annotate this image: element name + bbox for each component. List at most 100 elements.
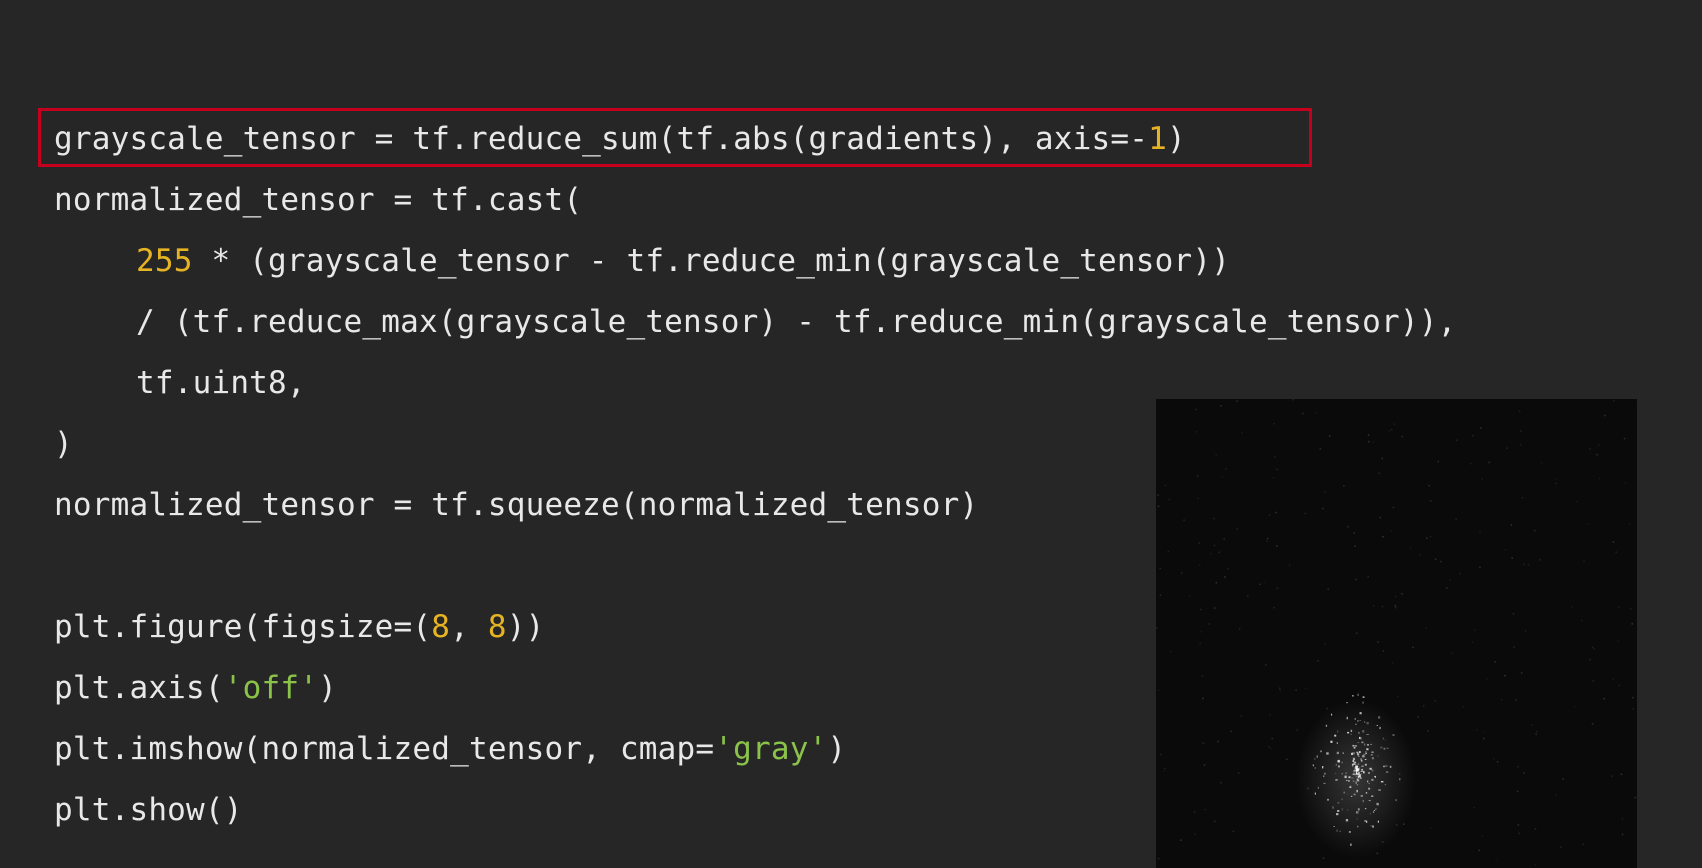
bright-speck (1364, 743, 1366, 746)
bright-speck (1336, 742, 1338, 744)
bright-speck (1359, 712, 1362, 715)
noise-speck (1621, 818, 1624, 820)
bright-speck (1335, 772, 1337, 774)
noise-speck (1214, 607, 1216, 609)
noise-speck (1237, 772, 1240, 774)
bright-speck (1357, 811, 1359, 814)
bright-speck (1368, 787, 1371, 790)
noise-speck (1198, 542, 1200, 544)
bright-speck (1360, 770, 1363, 772)
bright-speck (1323, 782, 1326, 784)
bright-speck (1354, 745, 1357, 747)
bright-speck (1385, 765, 1388, 767)
bright-speck (1356, 789, 1358, 793)
noise-speck (1193, 811, 1196, 813)
code-line-denominator: / (tf.reduce_max(grayscale_tensor) - tf.… (54, 292, 1456, 353)
noise-speck (1592, 680, 1595, 682)
bright-speck (1360, 758, 1362, 761)
bright-speck (1357, 775, 1360, 779)
bright-speck (1330, 740, 1333, 743)
bright-speck (1347, 731, 1350, 734)
noise-speck (1409, 546, 1412, 549)
bright-speck (1357, 693, 1359, 696)
bright-speck (1350, 729, 1353, 732)
noise-speck (1630, 608, 1632, 610)
noise-speck (1388, 430, 1390, 432)
bright-speck (1360, 737, 1362, 740)
noise-speck (1169, 650, 1172, 653)
noise-speck (1268, 746, 1270, 748)
noise-speck (1470, 462, 1472, 465)
bright-speck (1352, 773, 1355, 775)
noise-speck (1302, 412, 1304, 415)
noise-speck (1573, 705, 1576, 708)
bright-speck (1331, 713, 1333, 716)
bright-speck (1363, 753, 1366, 755)
noise-speck (1612, 541, 1615, 543)
noise-speck (1213, 820, 1216, 823)
bright-speck (1356, 763, 1358, 766)
noise-speck (1236, 528, 1238, 530)
noise-speck (1500, 698, 1503, 701)
code-text: ) (54, 426, 73, 462)
noise-speck (1382, 650, 1385, 652)
noise-speck (1534, 828, 1537, 830)
noise-speck (1631, 623, 1633, 625)
bright-speck (1372, 825, 1374, 828)
bright-speck (1359, 751, 1361, 753)
noise-speck (1598, 477, 1601, 480)
noise-speck (1296, 729, 1299, 731)
noise-speck (1589, 658, 1591, 661)
code-text: plt.axis( (54, 670, 224, 706)
noise-speck (1540, 461, 1543, 464)
noise-speck (1403, 823, 1405, 825)
noise-speck (1449, 579, 1451, 581)
noise-speck (1317, 660, 1319, 662)
noise-speck (1478, 849, 1480, 852)
noise-speck (1446, 587, 1448, 589)
code-text: / (tf.reduce_max(grayscale_tensor) - tf.… (136, 304, 1457, 340)
bright-speck (1358, 762, 1360, 766)
noise-speck (1218, 551, 1220, 554)
bright-speck (1344, 775, 1347, 779)
code-text: normalized_tensor = tf.squeeze(normalize… (54, 487, 979, 523)
bright-speck (1356, 751, 1359, 754)
code-line-numerator: 255 * (grayscale_tensor - tf.reduce_min(… (54, 231, 1456, 292)
bright-speck (1377, 820, 1379, 823)
bright-speck (1357, 720, 1359, 722)
bright-speck (1346, 779, 1348, 781)
bright-speck (1362, 701, 1364, 704)
bright-speck (1353, 747, 1356, 749)
noise-speck (1189, 595, 1191, 598)
noise-speck (1428, 484, 1430, 487)
noise-speck (1274, 456, 1276, 458)
noise-speck (1427, 730, 1429, 732)
noise-speck (1603, 697, 1605, 700)
noise-speck (1223, 538, 1225, 540)
noise-speck (1266, 540, 1268, 542)
bright-speck (1322, 766, 1324, 769)
noise-speck (1353, 532, 1356, 534)
noise-speck (1535, 733, 1537, 735)
bright-speck (1357, 742, 1360, 744)
noise-speck (1395, 824, 1398, 826)
noise-speck (1472, 434, 1474, 437)
noise-speck (1168, 498, 1171, 501)
noise-speck (1518, 410, 1521, 413)
noise-speck (1217, 740, 1219, 743)
code-text: ) (318, 670, 337, 706)
bright-speck (1368, 782, 1370, 784)
noise-speck (1611, 775, 1613, 777)
noise-speck (1199, 642, 1201, 645)
noise-speck (1196, 475, 1199, 477)
bright-speck (1336, 813, 1339, 816)
bright-speck (1327, 798, 1329, 801)
noise-speck (1180, 572, 1183, 574)
bright-speck (1339, 830, 1341, 833)
noise-speck (1326, 707, 1329, 710)
noise-speck (1236, 400, 1238, 402)
bright-speck (1341, 798, 1343, 801)
bright-speck (1373, 810, 1376, 812)
bright-speck (1376, 725, 1378, 726)
bright-speck (1380, 781, 1384, 783)
